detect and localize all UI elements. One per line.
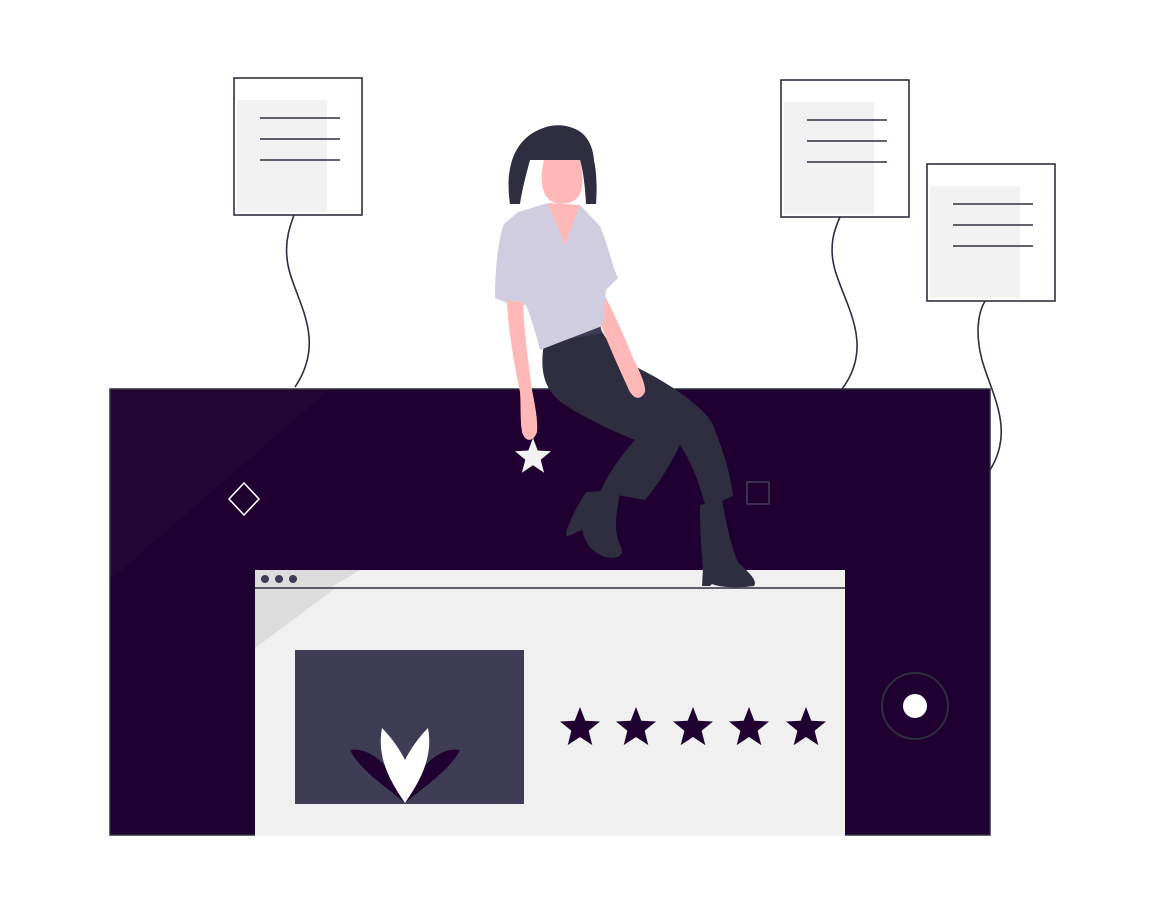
window-dot-2[interactable] [275,575,283,583]
document-string-left [285,214,311,388]
bangs [516,126,594,160]
window-dot-3[interactable] [289,575,297,583]
window-dot-1[interactable] [261,575,269,583]
document-card-right-top [780,79,910,390]
document-string-right-top [831,216,858,390]
document-card-left [233,77,363,388]
face [541,160,583,204]
illustration [109,77,1056,836]
product-window [255,570,845,836]
